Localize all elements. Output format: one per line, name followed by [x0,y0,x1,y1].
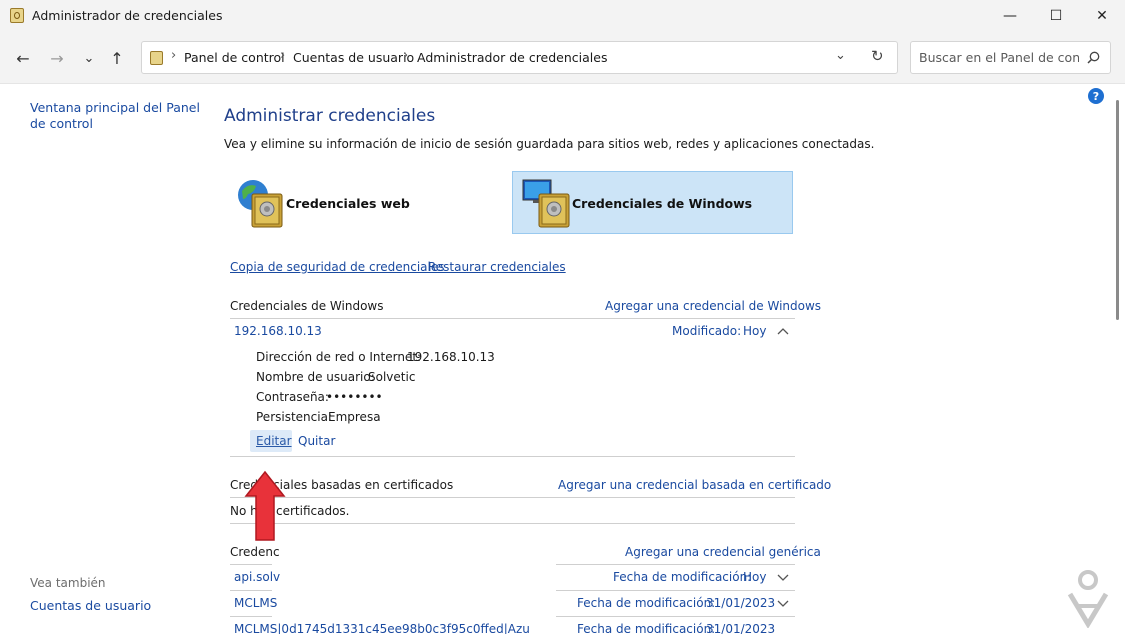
address-dropdown-icon[interactable]: ⌄ [835,48,846,63]
divider [230,564,272,565]
generic-modified-date: Hoy [743,570,767,584]
generic-modified-label: Fecha de modificación: [613,570,752,584]
detail-value: 192.168.10.13 [407,350,495,364]
web-credentials-tile[interactable]: Credenciales web [230,172,500,234]
maximize-button[interactable]: ☐ [1033,0,1079,32]
generic-modified-label: Fecha de modificación: [577,622,716,634]
breadcrumb-control-panel[interactable]: Panel de control [184,50,285,65]
restore-credentials-link[interactable]: Restaurar credenciales [428,260,566,274]
help-icon[interactable]: ? [1088,88,1104,104]
credential-entry-header[interactable]: 192.168.10.13 Modificado: Hoy [230,320,795,342]
divider [230,497,795,498]
page-title: Administrar credenciales [224,106,436,126]
windows-credentials-label: Credenciales de Windows [572,196,753,211]
detail-label: Nombre de usuario: [256,370,375,384]
credential-manager-icon [10,8,24,23]
detail-label: Contraseña: [256,390,329,404]
web-credentials-label: Credenciales web [286,196,410,211]
divider [556,616,795,617]
credential-modified-value: Hoy [743,324,767,338]
address-bar[interactable]: › Panel de control › Cuentas de usuario … [141,41,898,74]
windows-credentials-tile[interactable]: Credenciales de Windows [512,171,793,234]
divider [230,523,795,524]
minimize-button[interactable]: — [987,0,1033,32]
search-icon[interactable] [1087,51,1100,64]
chevron-down-icon[interactable] [777,600,789,608]
refresh-icon[interactable]: ↻ [871,47,884,65]
windows-credentials-icon [522,179,570,228]
generic-modified-date: 31/01/2023 [706,622,776,634]
add-generic-credential-link[interactable]: Agregar una credencial genérica [625,545,821,559]
credential-entry-name: 192.168.10.13 [234,324,322,338]
breadcrumb-separator: › [171,48,177,63]
watermark-logo [1067,570,1109,628]
page-description: Vea y elimine su información de inicio d… [224,137,875,151]
chevron-down-icon[interactable] [777,574,789,582]
breadcrumb-credential-manager[interactable]: Administrador de credenciales [417,50,607,65]
up-button[interactable]: ↑ [104,46,130,70]
breadcrumb-user-accounts[interactable]: Cuentas de usuario [293,50,414,65]
generic-credential-name: MCLMS [234,596,278,610]
add-windows-credential-link[interactable]: Agregar una credencial de Windows [605,299,821,313]
detail-label: Dirección de red o Internet: [256,350,422,364]
detail-value: Empresa [328,410,381,424]
forward-button[interactable]: → [44,46,70,70]
search-box[interactable] [910,41,1111,74]
generic-credentials-section-title: Credenc [230,545,280,559]
divider [556,590,795,591]
sidebar-user-accounts-link[interactable]: Cuentas de usuario [30,598,151,613]
window-title: Administrador de credenciales [32,8,223,23]
divider [230,456,795,457]
divider [230,318,795,319]
generic-credential-row[interactable]: MCLMS|0d1745d1331c45ee98b0c3f95c0ffed|Az… [230,618,795,634]
remove-button[interactable]: Quitar [298,434,335,448]
control-panel-icon [150,51,163,65]
see-also-heading: Vea también [30,576,106,590]
divider [230,616,272,617]
breadcrumb-separator: › [403,48,409,63]
add-certificate-credential-link[interactable]: Agregar una credencial basada en certifi… [558,478,831,492]
credential-modified-label: Modificado: [672,324,742,338]
backup-credentials-link[interactable]: Copia de seguridad de credenciales [230,260,445,274]
sidebar-control-panel-home-link[interactable]: Ventana principal del Panel de control [30,100,200,132]
divider [556,564,795,565]
detail-value: •••••••• [326,390,383,404]
generic-credential-row[interactable]: MCLMS Fecha de modificación: 31/01/2023 [230,592,795,616]
web-credentials-icon [238,180,283,228]
generic-credential-row[interactable]: api.solv Fecha de modificación: Hoy [230,566,795,590]
detail-value: Solvetic [368,370,416,384]
close-button[interactable]: ✕ [1079,0,1125,32]
edit-button[interactable]: Editar [250,430,292,452]
generic-credential-name: MCLMS|0d1745d1331c45ee98b0c3f95c0ffed|Az… [234,622,530,634]
search-input[interactable] [919,50,1079,65]
generic-modified-date: 31/01/2023 [706,596,776,610]
detail-label: Persistencia: [256,410,332,424]
annotation-arrow [244,470,286,541]
chevron-up-icon[interactable] [777,327,789,335]
breadcrumb-separator: › [280,48,286,63]
windows-credentials-section-title: Credenciales de Windows [230,299,384,313]
scrollbar-thumb[interactable] [1116,100,1119,320]
divider [230,590,272,591]
generic-credential-name: api.solv [234,570,281,584]
back-button[interactable]: ← [10,46,36,70]
recent-locations-button[interactable]: ⌄ [76,46,102,70]
edit-button-label: Editar [256,434,292,448]
generic-modified-label: Fecha de modificación: [577,596,716,610]
